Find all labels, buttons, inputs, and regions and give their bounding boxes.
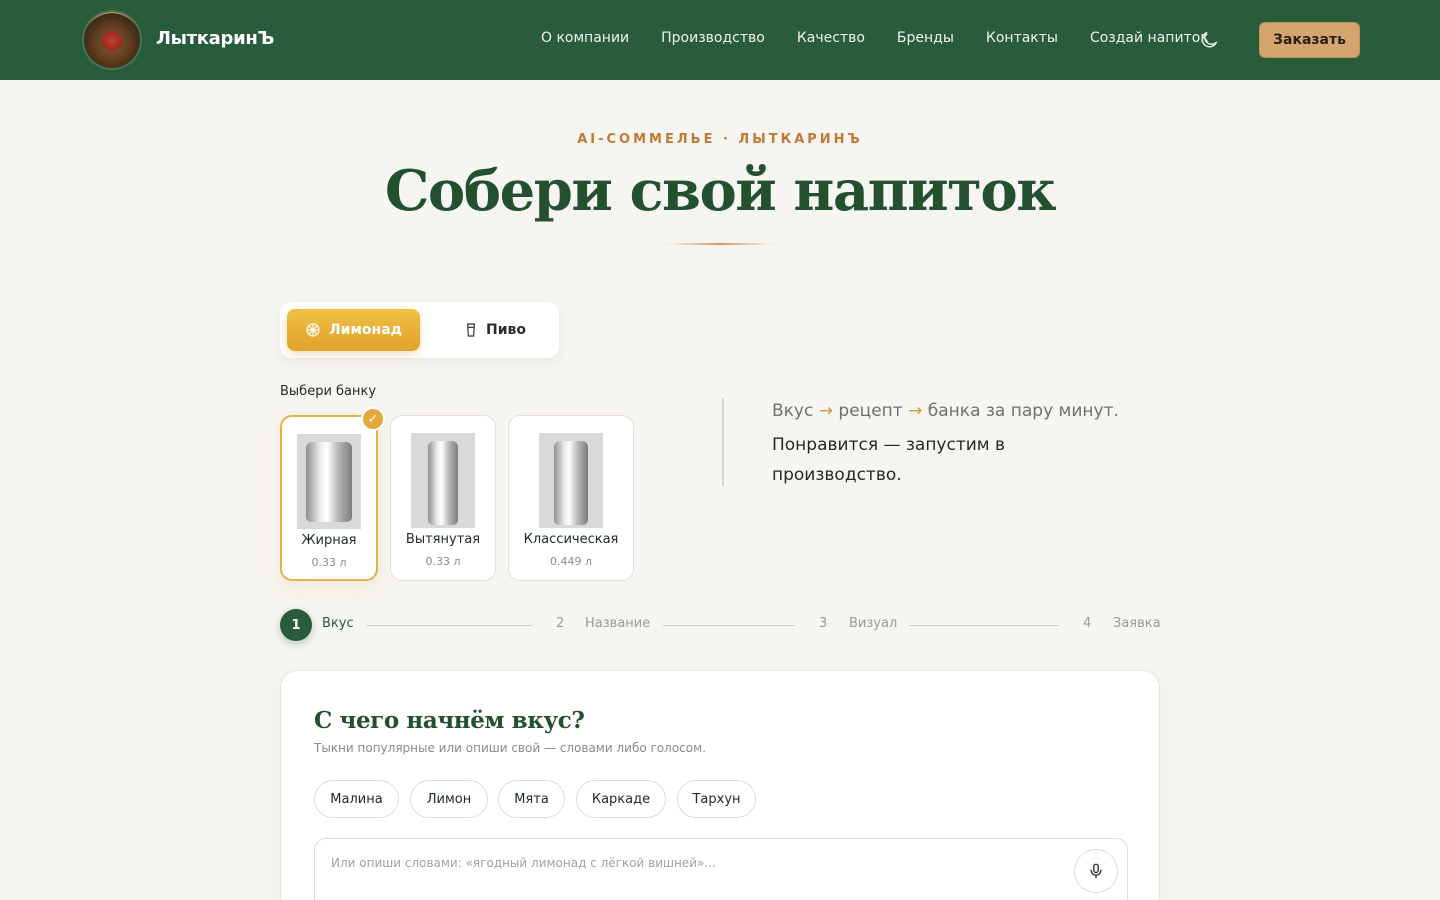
- nav-link-quality[interactable]: Качество: [797, 30, 865, 46]
- flavor-chip-raspberry[interactable]: Малина: [314, 780, 399, 818]
- arrow-right-icon: →: [818, 401, 833, 421]
- arrow-right-icon: →: [908, 401, 923, 421]
- step-connector: [909, 625, 1059, 626]
- step-2-label[interactable]: Название: [585, 616, 650, 631]
- can-volume: 0.33 л: [311, 556, 347, 569]
- can-option-fat[interactable]: Жирная 0.33 л: [280, 415, 378, 581]
- nav-link-create-drink[interactable]: Создай напиток: [1090, 30, 1209, 46]
- step-connector: [663, 625, 795, 626]
- step-1-label[interactable]: Вкус: [322, 616, 354, 631]
- step-1-indicator[interactable]: 1: [280, 609, 312, 641]
- drink-type-toggle: Лимонад Пиво: [280, 302, 559, 358]
- can-photo: [411, 433, 475, 528]
- order-button[interactable]: Заказать: [1259, 22, 1360, 58]
- tagline-line-1: Вкус → рецепт → банка за пару минут.: [772, 401, 1119, 421]
- check-icon: ✓: [361, 407, 385, 431]
- can-volume: 0.33 л: [425, 555, 461, 568]
- title-divider: [666, 243, 774, 245]
- nav-link-brands[interactable]: Бренды: [897, 30, 954, 46]
- flavor-chip-mint[interactable]: Мята: [498, 780, 565, 818]
- step-4-label[interactable]: Заявка: [1113, 616, 1161, 631]
- tagline-divider: [722, 398, 724, 486]
- tab-beer[interactable]: Пиво: [440, 309, 550, 351]
- can-image: [554, 441, 588, 525]
- can-name: Жирная: [301, 533, 357, 548]
- flavor-chip-lemon[interactable]: Лимон: [410, 780, 488, 818]
- step-3-number: 3: [819, 616, 828, 631]
- step-3-label[interactable]: Визуал: [849, 616, 897, 631]
- can-photo: [539, 433, 603, 528]
- hero-eyebrow: AI-СОММЕЛЬЕ · ЛЫТКАРИНЪ: [577, 132, 863, 147]
- flavor-chip-hibiscus[interactable]: Каркаде: [576, 780, 666, 818]
- flavor-input-placeholder: Или опиши словами: «ягодный лимонад с лё…: [331, 856, 716, 870]
- site-header: ЛыткаринЪ О компании Производство Качест…: [0, 0, 1440, 80]
- citrus-slice-icon: [306, 323, 320, 337]
- flavor-step-card: С чего начнём вкус? Тыкни популярные или…: [280, 670, 1160, 900]
- tab-beer-label: Пиво: [485, 322, 526, 338]
- can-image: [428, 441, 458, 525]
- tagline-part-1: Вкус: [772, 401, 814, 421]
- brand-logo[interactable]: [84, 12, 140, 68]
- tab-lemonade-label: Лимонад: [329, 322, 402, 338]
- glass-icon: [467, 323, 475, 337]
- can-photo: [297, 434, 361, 529]
- can-picker-label: Выбери банку: [280, 384, 377, 399]
- microphone-icon[interactable]: [1074, 849, 1118, 893]
- can-volume: 0.449 л: [549, 555, 593, 568]
- can-option-classic[interactable]: Классическая 0.449 л: [508, 415, 634, 581]
- can-name: Классическая: [523, 532, 619, 547]
- nav-link-production[interactable]: Производство: [661, 30, 765, 46]
- tagline-part-3: банка за пару минут.: [927, 401, 1119, 421]
- main-nav: О компании Производство Качество Бренды …: [541, 30, 1209, 46]
- tab-lemonade[interactable]: Лимонад: [287, 309, 420, 351]
- moon-icon[interactable]: [1198, 29, 1220, 51]
- flavor-step-subtitle: Тыкни популярные или опиши свой — словам…: [314, 741, 706, 755]
- can-image: [306, 442, 352, 522]
- step-4-number: 4: [1083, 616, 1092, 631]
- flavor-description-input[interactable]: Или опиши словами: «ягодный лимонад с лё…: [314, 838, 1128, 900]
- tagline-part-2: рецепт: [838, 401, 903, 421]
- page-title: Собери свой напиток: [384, 158, 1057, 224]
- step-connector: [366, 625, 532, 626]
- can-name: Вытянутая: [405, 532, 481, 547]
- tagline-line-2: Понравится — запустим в производство.: [772, 435, 1006, 485]
- nav-link-about[interactable]: О компании: [541, 30, 629, 46]
- nav-link-contacts[interactable]: Контакты: [986, 30, 1058, 46]
- can-option-slim[interactable]: Вытянутая 0.33 л: [390, 415, 496, 581]
- brand-name[interactable]: ЛыткаринЪ: [156, 28, 274, 49]
- step-2-number: 2: [556, 616, 565, 631]
- flavor-step-title: С чего начнём вкус?: [314, 707, 585, 734]
- flavor-chip-tarragon[interactable]: Тархун: [677, 780, 756, 818]
